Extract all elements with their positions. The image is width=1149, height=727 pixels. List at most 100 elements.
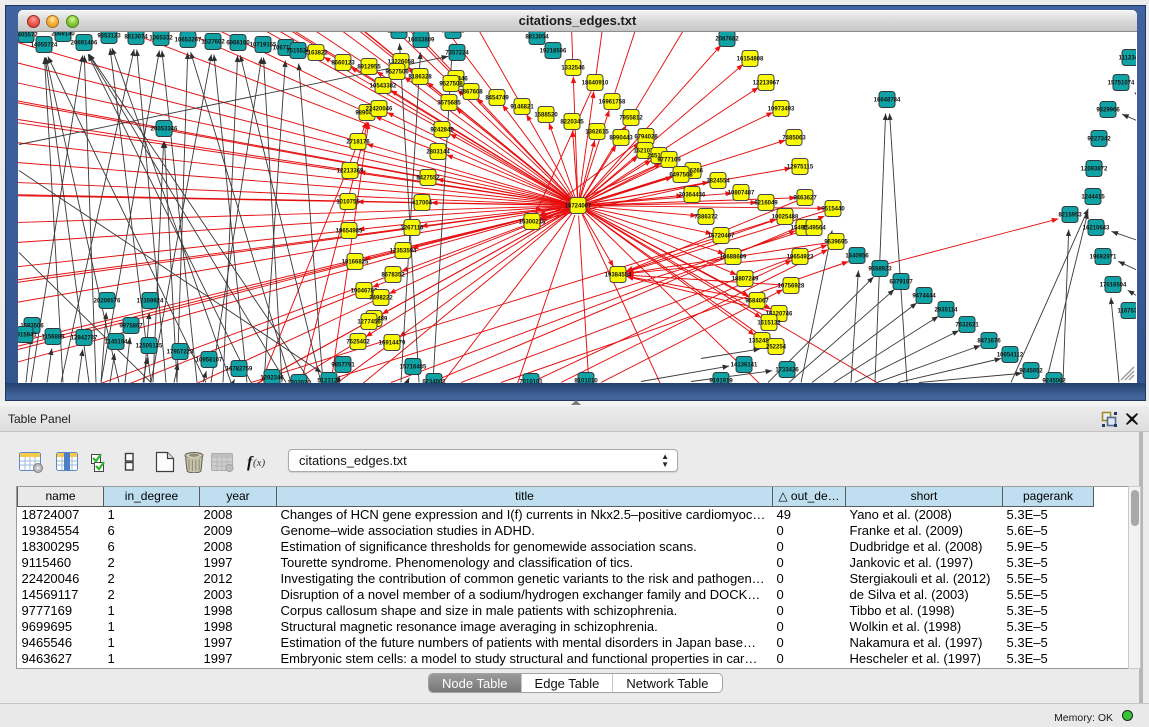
- svg-text:18640910: 18640910: [582, 81, 609, 87]
- svg-text:8678352: 8678352: [381, 273, 405, 279]
- svg-text:9245062: 9245062: [1042, 379, 1066, 383]
- svg-text:1010755: 1010755: [336, 200, 360, 206]
- svg-text:7163822: 7163822: [304, 51, 328, 57]
- svg-text:9358923: 9358923: [868, 267, 892, 273]
- svg-text:8454749: 8454749: [485, 96, 509, 102]
- svg-text:6379197: 6379197: [889, 280, 913, 286]
- svg-text:18807249: 18807249: [732, 277, 759, 283]
- svg-text:1839214: 1839214: [387, 32, 411, 35]
- svg-text:16033809: 16033809: [408, 38, 435, 44]
- svg-text:9353123: 9353123: [97, 34, 121, 40]
- svg-text:1733426: 1733426: [775, 368, 799, 374]
- svg-text:16648784: 16648784: [874, 98, 901, 104]
- svg-text:9329966: 9329966: [1096, 108, 1120, 114]
- svg-text:16914479: 16914479: [379, 341, 406, 347]
- svg-text:7625402: 7625402: [346, 340, 370, 346]
- svg-text:2087682: 2087682: [715, 37, 739, 43]
- svg-text:9242848: 9242848: [430, 128, 454, 134]
- svg-text:16154808: 16154808: [737, 57, 764, 63]
- svg-text:7955812: 7955812: [619, 116, 643, 122]
- svg-text:417004: 417004: [412, 201, 433, 207]
- svg-text:3675685: 3675685: [437, 101, 461, 107]
- svg-text:9527508: 9527508: [439, 82, 463, 88]
- svg-text:8220345: 8220345: [560, 120, 584, 126]
- svg-text:1112345: 1112345: [1119, 56, 1136, 62]
- svg-text:16210643: 16210643: [1083, 226, 1110, 232]
- svg-text:1292346: 1292346: [260, 376, 284, 382]
- svg-text:14136141: 14136141: [731, 363, 758, 369]
- svg-text:7386372: 7386372: [694, 215, 718, 221]
- svg-text:1167533: 1167533: [1117, 309, 1136, 315]
- svg-text:14055724: 14055724: [31, 43, 58, 49]
- svg-text:5123123: 5123123: [317, 379, 341, 383]
- svg-text:1549564: 1549564: [802, 226, 826, 232]
- svg-text:2867608: 2867608: [459, 90, 483, 96]
- svg-text:19218506: 19218506: [540, 49, 567, 55]
- svg-text:3824554: 3824554: [706, 179, 730, 185]
- svg-text:7485063: 7485063: [782, 136, 806, 142]
- svg-text:9474444: 9474444: [912, 294, 936, 300]
- svg-text:10654112: 10654112: [997, 353, 1024, 359]
- svg-text:252254: 252254: [766, 345, 787, 351]
- svg-text:17359924: 17359924: [137, 299, 164, 305]
- svg-text:1615132: 1615132: [757, 321, 781, 327]
- svg-text:8215953: 8215953: [1058, 213, 1082, 219]
- svg-text:9146821: 9146821: [510, 105, 534, 111]
- svg-text:8613074: 8613074: [124, 35, 148, 41]
- svg-text:1362615: 1362615: [585, 130, 609, 136]
- svg-text:19384554: 19384554: [605, 273, 632, 279]
- svg-text:8660123: 8660123: [331, 61, 355, 67]
- svg-text:6794028: 6794028: [634, 135, 658, 141]
- svg-text:6234001: 6234001: [422, 380, 446, 383]
- svg-text:8813054: 8813054: [525, 35, 549, 41]
- svg-text:1405572: 1405572: [18, 33, 38, 39]
- svg-text:15300215: 15300215: [519, 220, 546, 226]
- svg-text:2718176: 2718176: [346, 140, 370, 146]
- svg-text:10958107: 10958107: [196, 358, 223, 364]
- svg-text:10543382: 10543382: [370, 84, 397, 90]
- svg-text:9857791: 9857791: [331, 363, 355, 369]
- svg-text:6497568: 6497568: [669, 173, 693, 179]
- svg-text:9462218: 9462218: [441, 32, 465, 35]
- svg-text:9463627: 9463627: [793, 196, 817, 202]
- svg-text:10756928: 10756928: [778, 284, 805, 290]
- svg-text:7632621: 7632621: [955, 323, 979, 329]
- svg-text:2935114: 2935114: [934, 308, 958, 314]
- svg-text:8471676: 8471676: [977, 339, 1001, 345]
- svg-text:20206576: 20206576: [94, 299, 121, 305]
- svg-text:7010101: 7010101: [519, 380, 543, 383]
- svg-text:9975867: 9975867: [119, 324, 143, 330]
- svg-text:17957223: 17957223: [167, 350, 194, 356]
- svg-text:3267110: 3267110: [400, 226, 424, 232]
- svg-text:12942737: 12942737: [71, 336, 98, 342]
- svg-text:12213369: 12213369: [337, 169, 364, 175]
- svg-text:20691406: 20691406: [71, 41, 98, 47]
- svg-text:8101010: 8101010: [574, 379, 598, 383]
- svg-text:9245052: 9245052: [1019, 369, 1043, 375]
- svg-text:17016504: 17016504: [1100, 283, 1127, 289]
- svg-text:10688609: 10688609: [720, 255, 747, 261]
- svg-text:15751074: 15751074: [1108, 81, 1135, 87]
- svg-text:1588520: 1588520: [534, 113, 558, 119]
- svg-text:16782759: 16782759: [226, 367, 253, 373]
- svg-text:15720407: 15720407: [708, 234, 735, 240]
- svg-text:19654985: 19654985: [336, 229, 363, 235]
- svg-text:9684067: 9684067: [745, 299, 769, 305]
- svg-text:22420046: 22420046: [366, 107, 393, 113]
- svg-text:12093872: 12093872: [1081, 167, 1108, 173]
- svg-text:2803144: 2803144: [426, 150, 450, 156]
- svg-text:10025488: 10025488: [772, 215, 799, 221]
- svg-text:1332546: 1332546: [561, 66, 585, 72]
- svg-text:8990443: 8990443: [609, 136, 633, 142]
- svg-text:3498222: 3498222: [369, 296, 393, 302]
- svg-text:10653267: 10653267: [175, 38, 202, 44]
- svg-text:1156889: 1156889: [41, 335, 65, 341]
- svg-text:1640956: 1640956: [845, 254, 869, 260]
- svg-text:8186328: 8186328: [408, 75, 432, 81]
- svg-text:1202020: 1202020: [287, 381, 311, 383]
- svg-text:18724007: 18724007: [565, 204, 592, 210]
- svg-text:2069140: 2069140: [51, 32, 75, 38]
- svg-text:1244415: 1244415: [1081, 195, 1105, 201]
- svg-text:9191919: 9191919: [709, 379, 733, 383]
- svg-text:9527506: 9527506: [385, 70, 409, 76]
